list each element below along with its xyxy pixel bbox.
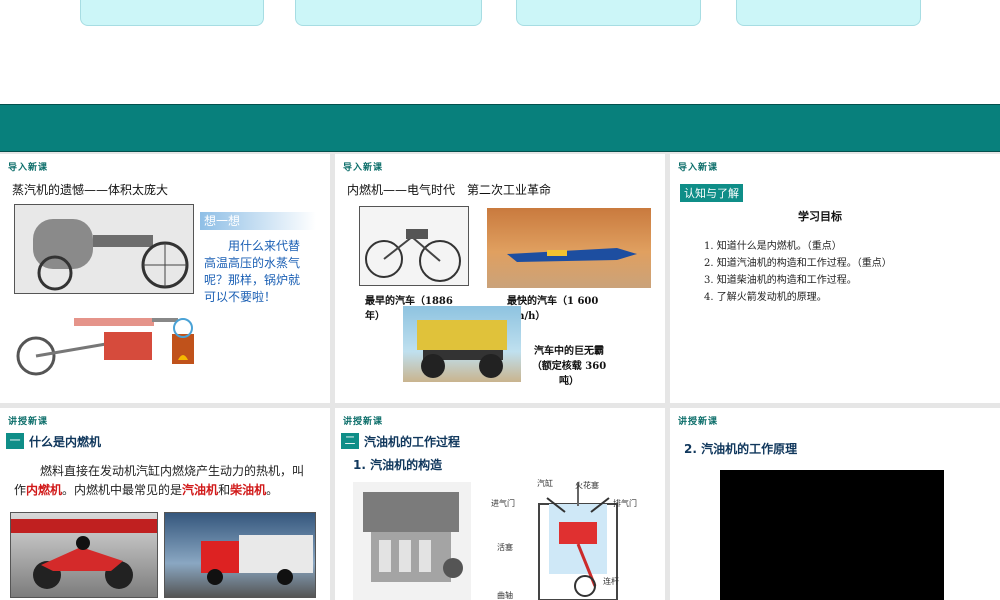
earliest-car-image [359,206,469,286]
highlight-term: 柴油机 [230,483,267,497]
label-spark-plug: 火花塞 [575,481,599,490]
label-cylinder: 汽缸 [537,479,553,488]
slide-thumbnail-1[interactable]: 导入新课 蒸汽机的遗憾——体积太庞大 想一想 用什么来代替高温高压的水蒸气呢？那… [0,154,330,403]
slide-tag: 导入新课 [8,163,49,173]
slide-tag: 导入新课 [343,163,384,173]
slide-tag: 讲授新课 [343,417,384,427]
definition-paragraph: 燃料直接在发动机汽缸内燃烧产生动力的热机，叫作内燃机。内燃机中最常见的是汽油机和… [14,462,312,500]
section-title: 什么是内燃机 [29,434,102,449]
title-band [0,104,1000,152]
label-exhaust-valve: 排气门 [613,499,637,508]
top-card-4[interactable] [736,0,921,26]
steam-engine-diagram [16,304,196,382]
goal-item: 1. 知道什么是内燃机。（重点） [704,241,842,252]
highlight-term: 汽油机 [182,483,219,497]
giant-truck-caption: 汽车中的巨无霸（额定核载 360 吨） [531,346,607,387]
video-player[interactable] [720,470,944,600]
slide-thumbnail-5[interactable]: 讲授新课 二 汽油机的工作过程 1. 汽油机的构造 汽缸 火花塞 进气门 排气门… [335,408,665,600]
section-number: 二 [341,433,359,449]
highlight-term: 内燃机 [26,483,63,497]
label-crankshaft: 曲轴 [497,591,513,600]
truck-image [164,512,316,598]
top-card-1[interactable] [80,0,264,26]
slide-thumbnail-3[interactable]: 导入新课 认知与了解 学习目标 1. 知道什么是内燃机。（重点） 2. 知道汽油… [670,154,1000,403]
label-piston: 活塞 [497,543,513,552]
steam-carriage-image [14,204,194,294]
slide-thumbnail-2[interactable]: 导入新课 内燃机——电气时代 第二次工业革命 最早的汽车（1886年） 最快的汽… [335,154,665,403]
top-card-2[interactable] [295,0,482,26]
think-body: 用什么来代替高温高压的水蒸气呢？那样，锅炉就可以不要啦！ [204,239,301,304]
section-title: 汽油机的工作过程 [364,434,461,449]
label-intake-valve: 进气门 [491,499,515,508]
slide-title: 蒸汽机的遗憾——体积太庞大 [12,183,169,197]
goals-list: 1. 知道什么是内燃机。（重点） 2. 知道汽油机的构造和工作过程。（重点） 3… [704,238,892,306]
subheading: 1. 汽油机的构造 [353,458,443,472]
slide-grid: 导入新课 蒸汽机的遗憾——体积太庞大 想一想 用什么来代替高温高压的水蒸气呢？那… [0,152,1000,600]
fastest-car-image [487,208,651,288]
giant-truck-image [403,306,521,382]
text-run: 。 [266,483,279,497]
motorcycle-image [10,512,158,598]
learning-badge: 认知与了解 [680,184,743,202]
engine-photo [353,482,471,600]
goals-title: 学习目标 [798,210,842,223]
subheading: 2. 汽油机的工作原理 [684,442,798,456]
slide-thumbnail-4[interactable]: 讲授新课 一 什么是内燃机 燃料直接在发动机汽缸内燃烧产生动力的热机，叫作内燃机… [0,408,330,600]
section-heading: 二 汽油机的工作过程 [341,432,460,450]
slide-tag: 讲授新课 [8,417,49,427]
slide-tag: 讲授新课 [678,417,719,427]
goal-item: 3. 知道柴油机的构造和工作过程。 [704,275,857,286]
goal-item: 2. 知道汽油机的构造和工作过程。（重点） [704,258,892,269]
text-run: 。内燃机中最常见的是 [62,483,183,497]
section-number: 一 [6,433,24,449]
slide-thumbnail-6[interactable]: 讲授新课 2. 汽油机的工作原理 [670,408,1000,600]
think-heading: 想一想 [200,212,316,230]
fastest-car-caption: 最快的汽车（1 600 km/h） [507,296,599,322]
top-card-3[interactable] [516,0,701,26]
slide-title: 内燃机——电气时代 第二次工业革命 [347,183,552,197]
goal-item: 4. 了解火箭发动机的原理。 [704,292,827,303]
section-heading: 一 什么是内燃机 [6,432,101,450]
label-connecting-rod: 连杆 [603,577,619,586]
text-run: 和 [218,483,231,497]
slide-tag: 导入新课 [678,163,719,173]
